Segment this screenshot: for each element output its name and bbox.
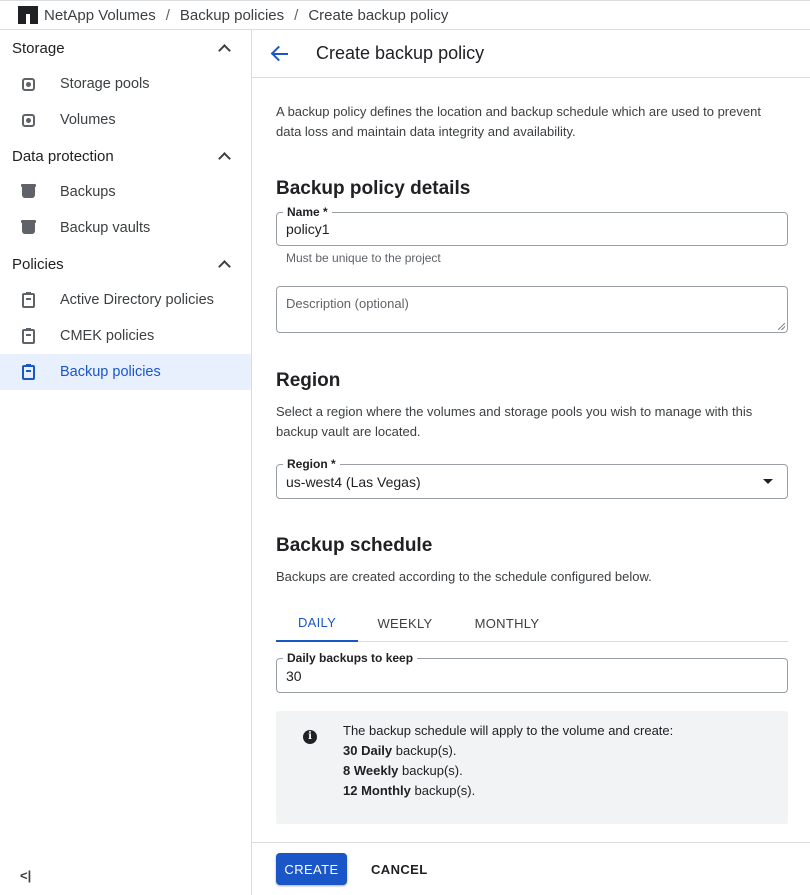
sidebar-item-backups[interactable]: Backups	[0, 174, 251, 210]
info-weekly-line: 8 Weekly backup(s).	[343, 761, 673, 781]
bucket-icon	[20, 184, 36, 200]
region-description: Select a region where the volumes and st…	[276, 404, 753, 439]
sidebar: Storage Storage pools Volumes Data prote…	[0, 30, 252, 895]
tab-daily[interactable]: DAILY	[276, 604, 358, 642]
region-select-label: Region *	[283, 457, 340, 471]
sidebar-item-backup-vaults[interactable]: Backup vaults	[0, 210, 251, 246]
sidebar-item-label: CMEK policies	[60, 328, 155, 344]
form-content: A backup policy defines the location and…	[252, 78, 810, 824]
info-suffix: backup(s).	[398, 763, 463, 778]
breadcrumb: NetApp Volumes / Backup policies / Creat…	[0, 0, 810, 30]
info-icon: i	[303, 730, 317, 744]
clipboard-icon	[20, 291, 36, 308]
page-title: Create backup policy	[316, 43, 485, 63]
dropdown-arrow-icon[interactable]	[763, 479, 773, 484]
description-field[interactable]: Description (optional)	[276, 286, 788, 333]
sidebar-item-label: Backups	[60, 184, 116, 200]
tab-monthly[interactable]: MONTHLY	[452, 604, 562, 642]
disk-icon	[20, 112, 36, 128]
info-weekly-count: 8 Weekly	[343, 763, 399, 778]
name-field-label: Name *	[283, 205, 332, 219]
info-text: The backup schedule will apply to the vo…	[343, 721, 673, 801]
info-monthly-line: 12 Monthly backup(s).	[343, 781, 673, 801]
info-daily-line: 30 Daily backup(s).	[343, 741, 673, 761]
sidebar-item-label: Volumes	[60, 112, 116, 128]
info-suffix: backup(s).	[392, 743, 457, 758]
sidebar-item-storage-pools[interactable]: Storage pools	[0, 66, 251, 102]
sidebar-item-active-directory-policies[interactable]: Active Directory policies	[0, 282, 251, 318]
region-select-value: us-west4 (Las Vegas)	[286, 473, 421, 490]
sidebar-item-backup-policies[interactable]: Backup policies	[0, 354, 251, 390]
name-field-value[interactable]: policy1	[277, 221, 339, 237]
sidebar-section-data-protection[interactable]: Data protection	[0, 138, 251, 174]
intro-text: A backup policy defines the location and…	[276, 104, 761, 139]
schedule-description: Backups are created according to the sch…	[276, 569, 652, 584]
cancel-button[interactable]: CANCEL	[371, 862, 428, 877]
main-panel: Create backup policy A backup policy def…	[252, 30, 810, 895]
sidebar-item-cmek-policies[interactable]: CMEK policies	[0, 318, 251, 354]
info-suffix: backup(s).	[410, 783, 476, 798]
details-heading: Backup policy details	[276, 178, 471, 199]
breadcrumb-backup-policies[interactable]: Backup policies	[180, 7, 284, 24]
description-placeholder: Description (optional)	[286, 296, 409, 311]
section-title: Storage	[12, 39, 65, 57]
section-title: Policies	[12, 255, 64, 273]
breadcrumb-netapp-volumes[interactable]: NetApp Volumes	[44, 7, 156, 24]
sidebar-section-storage[interactable]: Storage	[0, 30, 251, 66]
create-button[interactable]: CREATE	[276, 853, 347, 885]
netapp-logo-icon	[18, 6, 38, 24]
region-select[interactable]: Region * us-west4 (Las Vegas)	[276, 457, 788, 499]
breadcrumb-separator: /	[165, 6, 170, 24]
clipboard-icon	[20, 363, 36, 380]
page-header: Create backup policy	[252, 30, 810, 78]
sidebar-item-label: Storage pools	[60, 76, 150, 92]
sidebar-item-label: Backup policies	[60, 364, 161, 380]
schedule-tabs: DAILY WEEKLY MONTHLY	[276, 604, 788, 642]
sidebar-item-volumes[interactable]: Volumes	[0, 102, 251, 138]
disk-icon	[20, 76, 36, 92]
info-daily-count: 30 Daily	[343, 743, 393, 758]
clipboard-icon	[20, 327, 36, 344]
chevron-up-icon[interactable]	[219, 259, 229, 269]
chevron-up-icon[interactable]	[219, 151, 229, 161]
sidebar-item-label: Backup vaults	[60, 220, 151, 236]
resize-handle-icon[interactable]	[778, 323, 785, 330]
info-intro: The backup schedule will apply to the vo…	[343, 723, 674, 738]
daily-backups-label: Daily backups to keep	[283, 651, 418, 665]
name-hint: Must be unique to the project	[286, 251, 441, 265]
tab-weekly[interactable]: WEEKLY	[358, 604, 452, 642]
form-footer: CREATE CANCEL	[252, 842, 810, 895]
collapse-sidebar-icon[interactable]: <|	[20, 868, 31, 883]
sidebar-section-policies[interactable]: Policies	[0, 246, 251, 282]
daily-backups-field[interactable]: Daily backups to keep 30	[276, 651, 788, 693]
section-title: Data protection	[12, 147, 114, 165]
breadcrumb-separator: /	[294, 6, 299, 24]
sidebar-item-label: Active Directory policies	[60, 292, 214, 308]
breadcrumb-current-page: Create backup policy	[308, 6, 449, 24]
schedule-info-box: i The backup schedule will apply to the …	[276, 711, 788, 824]
schedule-heading: Backup schedule	[276, 535, 433, 556]
region-heading: Region	[276, 370, 341, 391]
chevron-up-icon[interactable]	[219, 43, 229, 53]
info-monthly-count: 12 Monthly	[343, 783, 411, 798]
back-arrow-icon[interactable]	[270, 44, 290, 64]
daily-backups-value[interactable]: 30	[277, 668, 311, 684]
bucket-icon	[20, 220, 36, 236]
name-field[interactable]: Name * policy1	[276, 205, 788, 246]
